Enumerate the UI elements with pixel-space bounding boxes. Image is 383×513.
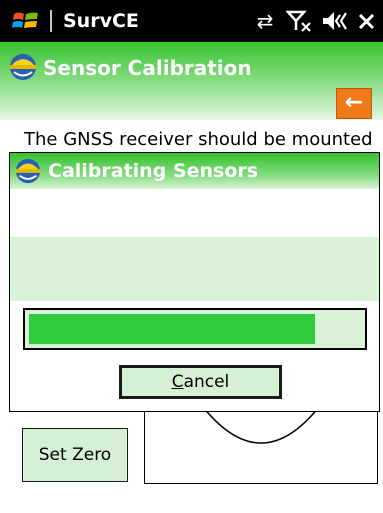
cancel-accelerator: C xyxy=(171,372,184,392)
set-zero-button[interactable]: Set Zero xyxy=(22,428,128,482)
dialog-title: Calibrating Sensors xyxy=(48,160,259,182)
connectivity-icon[interactable]: ⇄ xyxy=(250,8,280,34)
page-header: Sensor Calibration ← xyxy=(0,42,383,120)
page-title: Sensor Calibration xyxy=(43,56,252,80)
cancel-button[interactable]: Cancel xyxy=(119,365,282,399)
no-signal-icon[interactable] xyxy=(285,8,314,34)
app-title: SurvCE xyxy=(63,10,139,32)
instruction-text: The GNSS receiver should be mounted xyxy=(24,129,373,150)
dialog-band xyxy=(10,237,379,301)
status-divider xyxy=(50,10,52,32)
status-bar: SurvCE ⇄ xyxy=(0,0,383,42)
surveyor-helmet-icon xyxy=(15,158,41,184)
volume-icon[interactable] xyxy=(320,8,350,34)
windows-logo-icon[interactable] xyxy=(12,9,40,33)
surveyor-helmet-icon xyxy=(10,54,36,80)
close-icon[interactable] xyxy=(356,8,378,34)
calibration-progress-bar xyxy=(23,308,367,350)
dialog-header: Calibrating Sensors xyxy=(10,153,379,189)
cancel-label: ancel xyxy=(183,372,230,392)
back-button[interactable]: ← xyxy=(336,88,372,119)
calibrating-dialog: Calibrating Sensors Cancel xyxy=(9,152,380,412)
progress-fill xyxy=(29,314,315,344)
